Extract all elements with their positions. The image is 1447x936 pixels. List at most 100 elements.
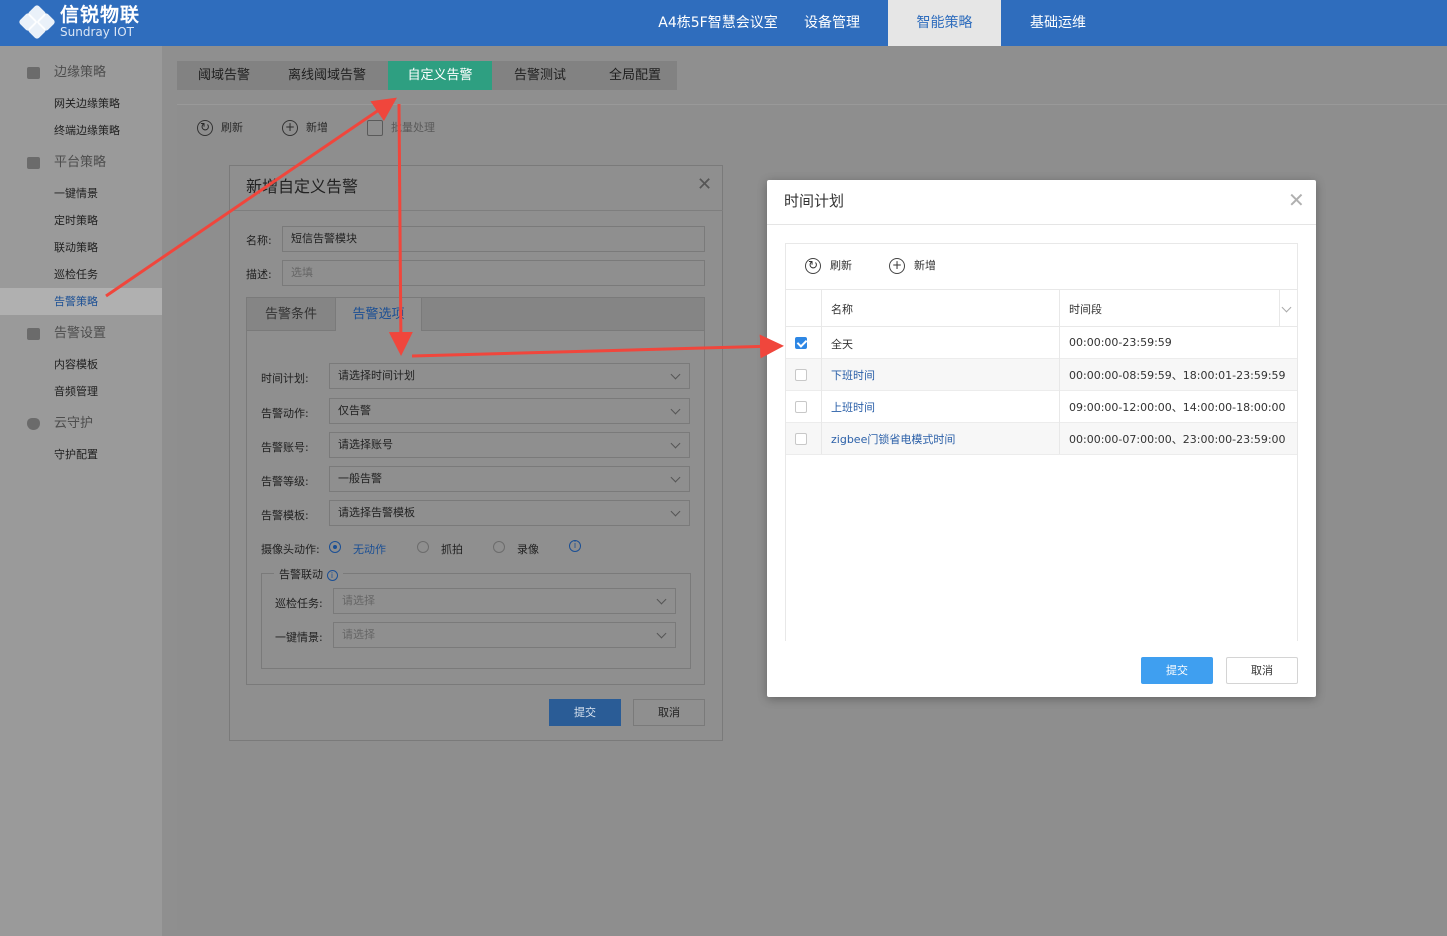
row-checkbox[interactable] [795,401,807,413]
row-name[interactable]: 全天 [831,336,853,352]
radio-label-record: 录像 [517,543,539,556]
divider [229,210,723,211]
sidebar-group-cloud-guard[interactable]: 云守护 [0,409,162,439]
sidebar-item-timer[interactable]: 定时策略 [0,207,162,234]
shield-icon [27,418,40,430]
alarm-linkage-legend: 告警联动 i [274,566,343,582]
radio-record[interactable] [493,541,505,553]
column-header-name[interactable]: 名称 [831,301,853,317]
camera-action-label: 摄像头动作: [261,543,320,556]
tab-threshold-alarm[interactable]: 阈域告警 [187,61,261,90]
add-button[interactable]: + 新增 [282,118,328,138]
row-time: 00:00:00-07:00:00、23:00:00-23:59:00 [1069,433,1286,446]
sidebar-item-alarm-strategy[interactable]: 告警策略 [0,288,162,315]
time-plan-cancel-button[interactable]: 取消 [1226,657,1298,684]
sidebar-item-gateway-edge[interactable]: 网关边缘策略 [0,90,162,117]
time-plan-refresh-button[interactable]: ↻ 刷新 [805,257,852,275]
field-label-alarm-template: 告警模板: [261,509,309,522]
row-checkbox[interactable] [795,433,807,445]
row-checkbox[interactable] [795,337,807,349]
nav-meeting-room[interactable]: A4栋5F智慧会议室 [648,0,788,46]
time-plan-select[interactable]: 请选择时间计划 [329,363,690,389]
time-plan-submit-button[interactable]: 提交 [1141,657,1213,684]
info-icon[interactable]: i [326,570,338,581]
one-key-scene-label: 一键情景: [275,631,323,644]
column-header-time[interactable]: 时间段 [1069,301,1102,317]
time-plan-dialog-title: 时间计划 [784,192,845,210]
radio-label-no-action: 无动作 [353,543,386,556]
field-label-alarm-account: 告警账号: [261,441,309,454]
name-input[interactable]: 短信告警模块 [282,226,705,252]
sidebar-group-alarm-settings[interactable]: 告警设置 [0,319,162,349]
grid-header [786,289,1297,327]
sidebar-item-terminal-edge[interactable]: 终端边缘策略 [0,117,162,144]
desc-input[interactable]: 选填 [282,260,705,286]
refresh-icon: ↻ [805,258,821,274]
gear-icon [27,328,40,340]
one-key-scene-select[interactable]: 请选择 [333,622,676,648]
alarm-level-select[interactable]: 一般告警 [329,466,690,492]
divider [1059,289,1060,454]
name-label: 名称: [246,234,272,247]
tab-alarm-test[interactable]: 告警测试 [503,61,577,90]
batch-icon [367,120,383,136]
close-icon[interactable]: ✕ [1288,190,1305,210]
field-label-alarm-level: 告警等级: [261,475,309,488]
brand-title: 信锐物联 [60,3,141,26]
subtab-alarm-conditions[interactable]: 告警条件 [247,298,335,331]
radio-no-action[interactable] [329,541,341,553]
nav-smart-strategy[interactable]: 智能策略 [888,0,1001,46]
sidebar-item-one-key-scene[interactable]: 一键情景 [0,180,162,207]
inspection-task-label: 巡检任务: [275,597,323,610]
folder-icon [27,67,40,79]
sidebar-group-platform[interactable]: 平台策略 [0,148,162,178]
plus-icon: + [282,120,298,136]
submit-button[interactable]: 提交 [549,699,621,726]
tab-custom-alarm[interactable]: 自定义告警 [388,61,492,90]
row-name[interactable]: zigbee门锁省电模式时间 [831,431,955,447]
close-icon[interactable]: ✕ [697,174,712,195]
logo-icon [18,4,56,40]
nav-basic-ops[interactable]: 基础运维 [1013,0,1103,46]
alarm-account-select[interactable]: 请选择账号 [329,432,690,458]
radio-snapshot[interactable] [417,541,429,553]
subtab-alarm-options[interactable]: 告警选项 [335,298,422,331]
refresh-button[interactable]: ↻ 刷新 [197,118,243,138]
field-label-time-plan: 时间计划: [261,372,309,385]
row-time: 00:00:00-08:59:59、18:00:01-23:59:59 [1069,369,1286,382]
divider [767,224,1316,225]
info-icon[interactable]: i [569,540,581,552]
alarm-template-select[interactable]: 请选择告警模板 [329,500,690,526]
sidebar-item-audio[interactable]: 音频管理 [0,378,162,405]
desc-label: 描述: [246,268,272,281]
add-alarm-dialog-title: 新增自定义告警 [246,177,359,196]
row-name[interactable]: 下班时间 [831,367,875,383]
tab-global-config[interactable]: 全局配置 [596,61,674,90]
divider [821,289,822,454]
sidebar-item-inspection[interactable]: 巡检任务 [0,261,162,288]
sidebar-item-content-template[interactable]: 内容模板 [0,351,162,378]
plus-icon: + [889,258,905,274]
refresh-icon: ↻ [197,120,213,136]
cancel-button[interactable]: 取消 [633,699,705,726]
alarm-action-select[interactable]: 仅告警 [329,398,690,424]
inspection-task-select[interactable]: 请选择 [333,588,676,614]
sidebar-item-guard-config[interactable]: 守护配置 [0,441,162,468]
row-time: 00:00:00-23:59:59 [1069,336,1172,349]
tab-offline-threshold-alarm[interactable]: 离线阈域告警 [277,61,377,90]
radio-label-snapshot: 抓拍 [441,543,463,556]
nav-device-management[interactable]: 设备管理 [788,0,876,46]
brand-subtitle: Sundray IOT [60,24,134,39]
time-plan-add-button[interactable]: + 新增 [889,257,936,275]
chart-icon [27,157,40,169]
sidebar-group-edge[interactable]: 边缘策略 [0,58,162,88]
batch-button[interactable]: 批量处理 [367,118,435,138]
table-row[interactable] [786,327,1297,359]
row-time: 09:00:00-12:00:00、14:00:00-18:00:00 [1069,401,1286,414]
field-label-alarm-action: 告警动作: [261,407,309,420]
row-checkbox[interactable] [795,369,807,381]
divider [1279,289,1280,327]
row-name[interactable]: 上班时间 [831,399,875,415]
sidebar-item-linkage[interactable]: 联动策略 [0,234,162,261]
brand-logo: 信锐物联 Sundray IOT [18,4,140,40]
